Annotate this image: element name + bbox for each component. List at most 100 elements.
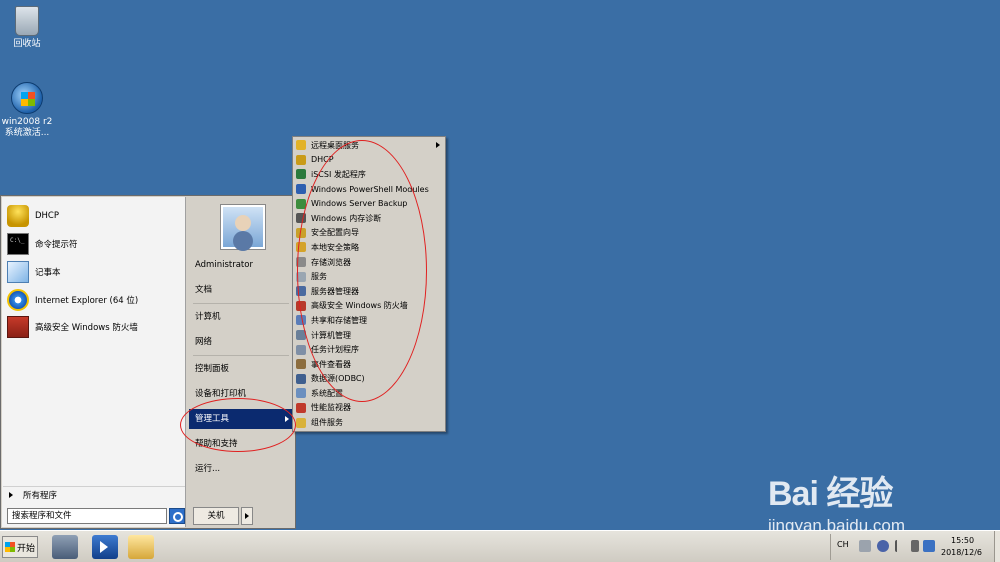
- chevron-right-icon: [436, 142, 440, 148]
- iscsi-icon: [296, 169, 306, 180]
- separator: [193, 303, 289, 304]
- watermark-logo: Bai 经验: [768, 475, 893, 513]
- start-menu-left-pane: DHCP 命令提示符 记事本 Internet Explorer (64 位) …: [2, 197, 186, 527]
- submenu-label: 安全配置向导: [311, 228, 359, 238]
- menu-item-devices-printers[interactable]: 设备和打印机: [195, 384, 293, 404]
- pinned-label: Internet Explorer (64 位): [35, 296, 139, 306]
- menu-item-documents[interactable]: 文档: [195, 280, 293, 300]
- submenu-item-odbc[interactable]: 数据源(ODBC): [293, 372, 445, 387]
- submenu-item-remote-desktop-services[interactable]: 远程桌面服务: [293, 138, 445, 153]
- show-desktop-button[interactable]: [994, 531, 1000, 562]
- submenu-label: 性能监视器: [311, 403, 351, 413]
- powershell-taskbar-icon[interactable]: [92, 535, 118, 559]
- menu-item-computer[interactable]: 计算机: [195, 307, 293, 327]
- start-button[interactable]: 开始: [2, 536, 38, 558]
- menu-item-network[interactable]: 网络: [195, 332, 293, 352]
- event-viewer-icon: [296, 359, 306, 370]
- admin-tools-label: 管理工具: [195, 414, 230, 424]
- firewall-icon: [7, 316, 29, 338]
- shutdown-options-button[interactable]: [241, 507, 253, 525]
- keyboard-icon[interactable]: [859, 540, 871, 552]
- submenu-label: 服务器管理器: [311, 286, 359, 296]
- menu-item-admin-tools[interactable]: 管理工具: [189, 409, 293, 429]
- submenu-item-server-manager[interactable]: 服务器管理器: [293, 284, 445, 299]
- submenu-item-performance-monitor[interactable]: 性能监视器: [293, 401, 445, 416]
- start-label: 开始: [17, 543, 36, 554]
- submenu-item-iscsi[interactable]: iSCSI 发起程序: [293, 167, 445, 182]
- submenu-item-share-storage[interactable]: 共享和存储管理: [293, 313, 445, 328]
- submenu-label: 高级安全 Windows 防火墙: [311, 301, 408, 311]
- submenu-item-memory-diagnostic[interactable]: Windows 内存诊断: [293, 211, 445, 226]
- submenu-label: 远程桌面服务: [311, 140, 359, 150]
- all-programs-label: 所有程序: [23, 490, 58, 501]
- submenu-label: 计算机管理: [311, 330, 351, 340]
- clock-icon: [296, 344, 306, 355]
- submenu-label: Windows PowerShell Modules: [311, 184, 429, 194]
- all-programs-button[interactable]: 所有程序: [3, 486, 185, 502]
- submenu-label: 系统配置: [311, 388, 343, 398]
- database-icon: [296, 373, 306, 384]
- trash-icon: [15, 6, 39, 36]
- server-manager-taskbar-icon[interactable]: [52, 535, 78, 559]
- pinned-label: 命令提示符: [35, 240, 78, 250]
- submenu-item-security-config-wizard[interactable]: 安全配置向导: [293, 226, 445, 241]
- ime-options-icon[interactable]: [895, 540, 901, 552]
- submenu-label: 数据源(ODBC): [311, 374, 365, 384]
- pinned-dhcp[interactable]: DHCP: [7, 204, 183, 228]
- pinned-firewall[interactable]: 高级安全 Windows 防火墙: [7, 315, 183, 339]
- language-indicator[interactable]: CH: [837, 540, 849, 549]
- submenu-item-advanced-firewall[interactable]: 高级安全 Windows 防火墙: [293, 299, 445, 314]
- submenu-item-dhcp[interactable]: DHCP: [293, 153, 445, 168]
- notepad-icon: [7, 261, 29, 283]
- submenu-label: 本地安全策略: [311, 242, 359, 252]
- menu-item-help[interactable]: 帮助和支持: [195, 434, 293, 454]
- storage-icon: [296, 257, 306, 268]
- shutdown-button[interactable]: 关机: [193, 507, 239, 525]
- powershell-icon: [296, 184, 306, 195]
- dhcp-icon: [7, 205, 29, 227]
- clock-date[interactable]: 2018/12/6: [941, 548, 982, 557]
- submenu-item-server-backup[interactable]: Windows Server Backup: [293, 196, 445, 211]
- submenu-item-event-viewer[interactable]: 事件查看器: [293, 357, 445, 372]
- search-icon[interactable]: [169, 508, 185, 524]
- security-wizard-icon: [296, 227, 306, 238]
- pinned-ie[interactable]: Internet Explorer (64 位): [7, 288, 183, 312]
- win2008-activation-shortcut[interactable]: win2008 r2 系统激活...: [0, 82, 57, 139]
- submenu-item-task-scheduler[interactable]: 任务计划程序: [293, 342, 445, 357]
- file-explorer-taskbar-icon[interactable]: [128, 535, 154, 559]
- share-icon: [296, 315, 306, 326]
- submenu-item-services[interactable]: 服务: [293, 269, 445, 284]
- show-hidden-icons-icon[interactable]: [911, 540, 919, 552]
- submenu-item-storage-explorer[interactable]: 存储浏览器: [293, 255, 445, 270]
- clock-time[interactable]: 15:50: [951, 536, 974, 545]
- submenu-label: 服务: [311, 272, 327, 282]
- submenu-item-component-services[interactable]: 组件服务: [293, 415, 445, 430]
- help-icon[interactable]: [877, 540, 889, 552]
- taskbar: 开始 CH 15:50 2018/12/6: [0, 530, 1000, 562]
- menu-item-control-panel[interactable]: 控制面板: [195, 359, 293, 379]
- shortcut-label-line1: win2008 r2: [1, 117, 53, 127]
- submenu-item-system-config[interactable]: 系统配置: [293, 386, 445, 401]
- menu-item-user[interactable]: Administrator: [195, 255, 293, 275]
- triangle-right-icon: [9, 491, 13, 498]
- network-icon[interactable]: [923, 540, 935, 552]
- pinned-label: 高级安全 Windows 防火墙: [35, 323, 138, 333]
- firewall-icon: [296, 300, 306, 311]
- submenu-item-local-security-policy[interactable]: 本地安全策略: [293, 240, 445, 255]
- menu-item-run[interactable]: 运行...: [195, 459, 293, 479]
- chevron-right-icon: [285, 416, 289, 422]
- pinned-cmd[interactable]: 命令提示符: [7, 232, 183, 256]
- server-manager-icon: [296, 286, 306, 297]
- submenu-item-computer-management[interactable]: 计算机管理: [293, 328, 445, 343]
- pinned-notepad[interactable]: 记事本: [7, 260, 183, 284]
- component-services-icon: [296, 417, 306, 428]
- submenu-label: 共享和存储管理: [311, 315, 367, 325]
- user-avatar[interactable]: [221, 205, 265, 249]
- submenu-item-powershell-modules[interactable]: Windows PowerShell Modules: [293, 182, 445, 197]
- dhcp-icon: [296, 154, 306, 165]
- search-input[interactable]: 搜索程序和文件: [7, 508, 167, 524]
- submenu-label: 任务计划程序: [311, 345, 359, 355]
- submenu-label: 存储浏览器: [311, 257, 351, 267]
- recycle-bin-icon[interactable]: 回收站: [0, 6, 57, 50]
- pinned-label: 记事本: [35, 268, 61, 278]
